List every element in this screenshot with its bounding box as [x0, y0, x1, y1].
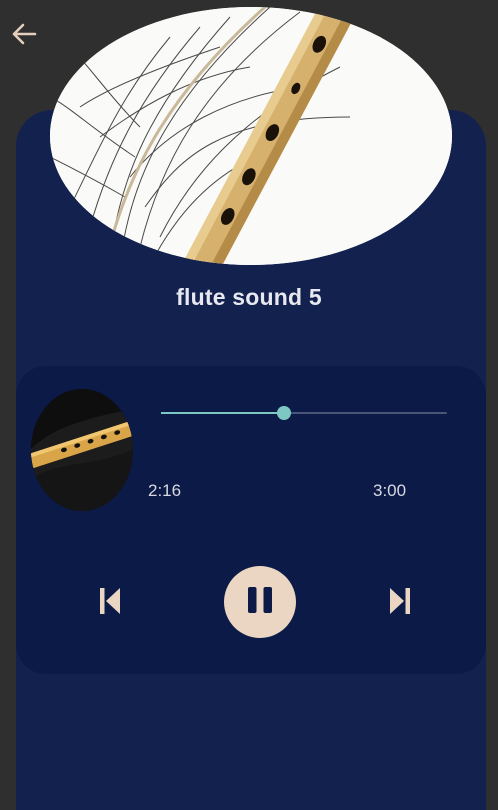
back-button[interactable] — [6, 18, 42, 54]
track-title: flute sound 5 — [176, 284, 322, 310]
track-thumbnail — [31, 389, 133, 511]
previous-button[interactable] — [92, 584, 128, 622]
seek-bar-progress — [161, 412, 284, 414]
cover-art — [50, 7, 452, 265]
skip-next-icon — [388, 586, 412, 621]
elapsed-time: 2:16 — [148, 481, 182, 500]
pause-button[interactable] — [224, 566, 296, 638]
total-duration: 3:00 — [373, 481, 407, 500]
skip-previous-icon — [98, 586, 122, 621]
pause-icon — [244, 585, 276, 620]
next-button[interactable] — [382, 584, 418, 622]
seek-bar[interactable] — [161, 406, 447, 420]
seek-bar-thumb[interactable] — [276, 406, 291, 420]
arrow-left-icon — [11, 23, 37, 50]
